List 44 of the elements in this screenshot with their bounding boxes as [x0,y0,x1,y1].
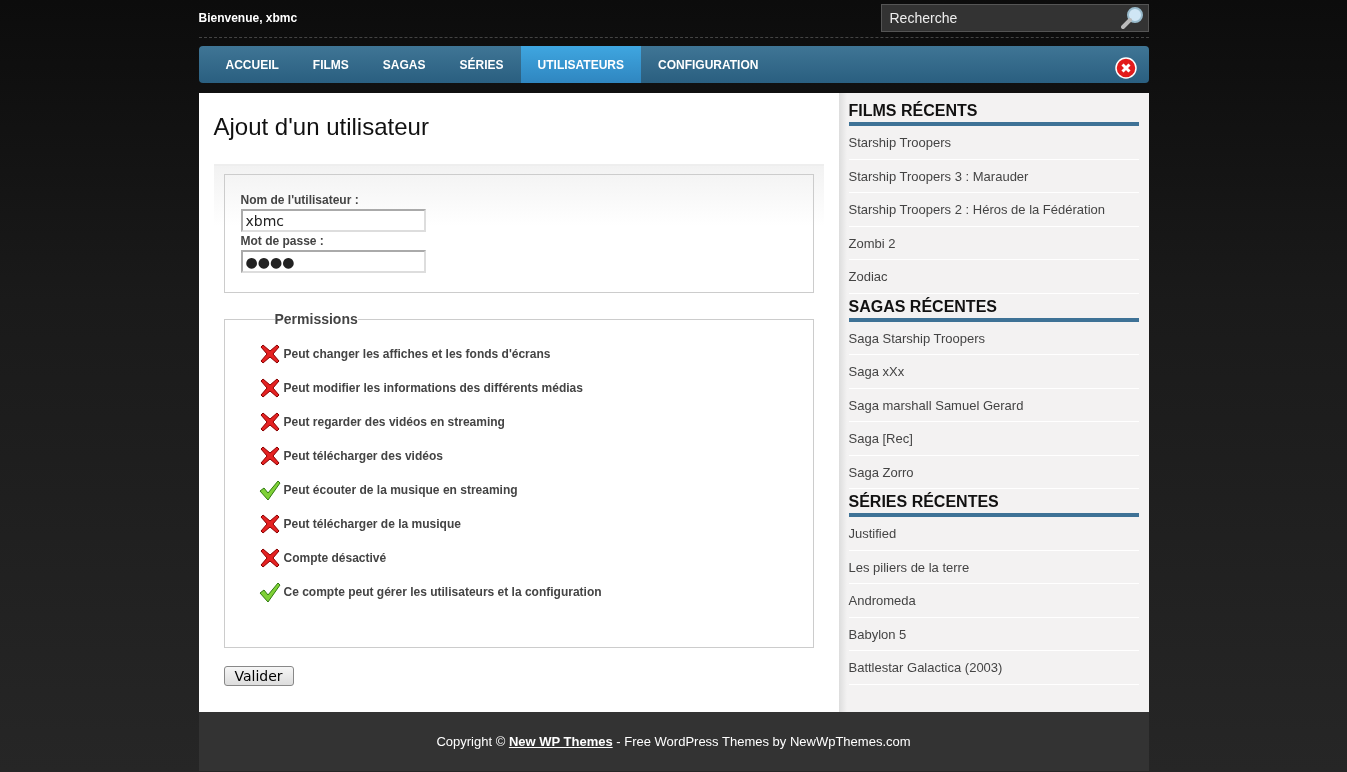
sidebar-heading: FILMS RÉCENTS [848,102,1139,126]
sidebar-link[interactable]: Zombi 2 [848,226,1139,260]
sidebar-link[interactable]: Saga Zorro [848,455,1139,489]
sidebar-link[interactable]: Saga Starship Troopers [848,321,1139,355]
page-title: Ajout d'un utilisateur [213,113,430,141]
sidebar-link[interactable]: Battlestar Galactica (2003) [848,651,1139,685]
permission-label: Peut télécharger de la musique [283,517,461,531]
nav-tab[interactable]: CONFIGURATION [641,46,776,83]
sidebar-link[interactable]: Babylon 5 [848,617,1139,651]
close-icon[interactable] [1114,57,1137,79]
sidebar-link[interactable]: Justified [848,517,1139,551]
field-label: Mot de passe : [240,234,325,248]
nav-tab[interactable]: SAGAS [365,46,443,83]
input-field[interactable]: xbmc [240,209,426,232]
permissions-legend: Permissions [274,311,358,327]
sidebar-link[interactable]: Zodiac [848,260,1139,294]
submit-button[interactable]: Valider [223,666,294,686]
input-field[interactable]: ●●●● [240,250,426,273]
sidebar-heading: SAGAS RÉCENTES [848,297,1139,322]
copyright-text: Copyright © New WP Themes - Free WordPress Themes by NewWpThemes.com [436,734,911,749]
sidebar-link[interactable]: Les piliers de la terre [848,550,1139,584]
permission-label: Ce compte peut gérer les utilisateurs et la configuration [283,585,602,599]
permission-label: Compte désactivé [283,551,387,565]
sidebar-heading: SÉRIES RÉCENTES [848,493,1139,517]
search-field[interactable]: Recherche [880,3,1149,32]
nav-tab[interactable]: SÉRIES [442,46,521,83]
sidebar-link[interactable]: Starship Troopers 3 : Marauder [848,159,1139,193]
permission-label: Peut télécharger des vidéos [283,449,443,463]
sidebar-link[interactable]: Starship Troopers 2 : Héros de la Fédération [848,193,1139,227]
permission-label: Peut modifier les informations des différents médias [283,381,583,395]
field-label: Nom de l'utilisateur : [240,193,360,207]
sidebar-link[interactable]: Starship Troopers [848,126,1139,160]
permission-label: Peut écouter de la musique en streaming [283,483,518,497]
sidebar-link[interactable]: Andromeda [848,584,1139,618]
search-icon[interactable] [1120,5,1145,30]
nav-tab[interactable]: ACCUEIL [208,46,296,83]
permission-label: Peut regarder des vidéos en streaming [283,415,505,429]
theme-link[interactable]: New WP Themes [508,734,613,749]
sidebar-link[interactable]: Saga marshall Samuel Gerard [848,388,1139,422]
permission-label: Peut changer les affiches et les fonds d'écrans [283,347,551,361]
sidebar-link[interactable]: Saga xXx [848,355,1139,389]
nav-tab[interactable]: FILMS [295,46,366,83]
welcome-text: Bienvenue, xbmc [198,10,298,25]
sidebar-link[interactable]: Saga [Rec] [848,422,1139,456]
